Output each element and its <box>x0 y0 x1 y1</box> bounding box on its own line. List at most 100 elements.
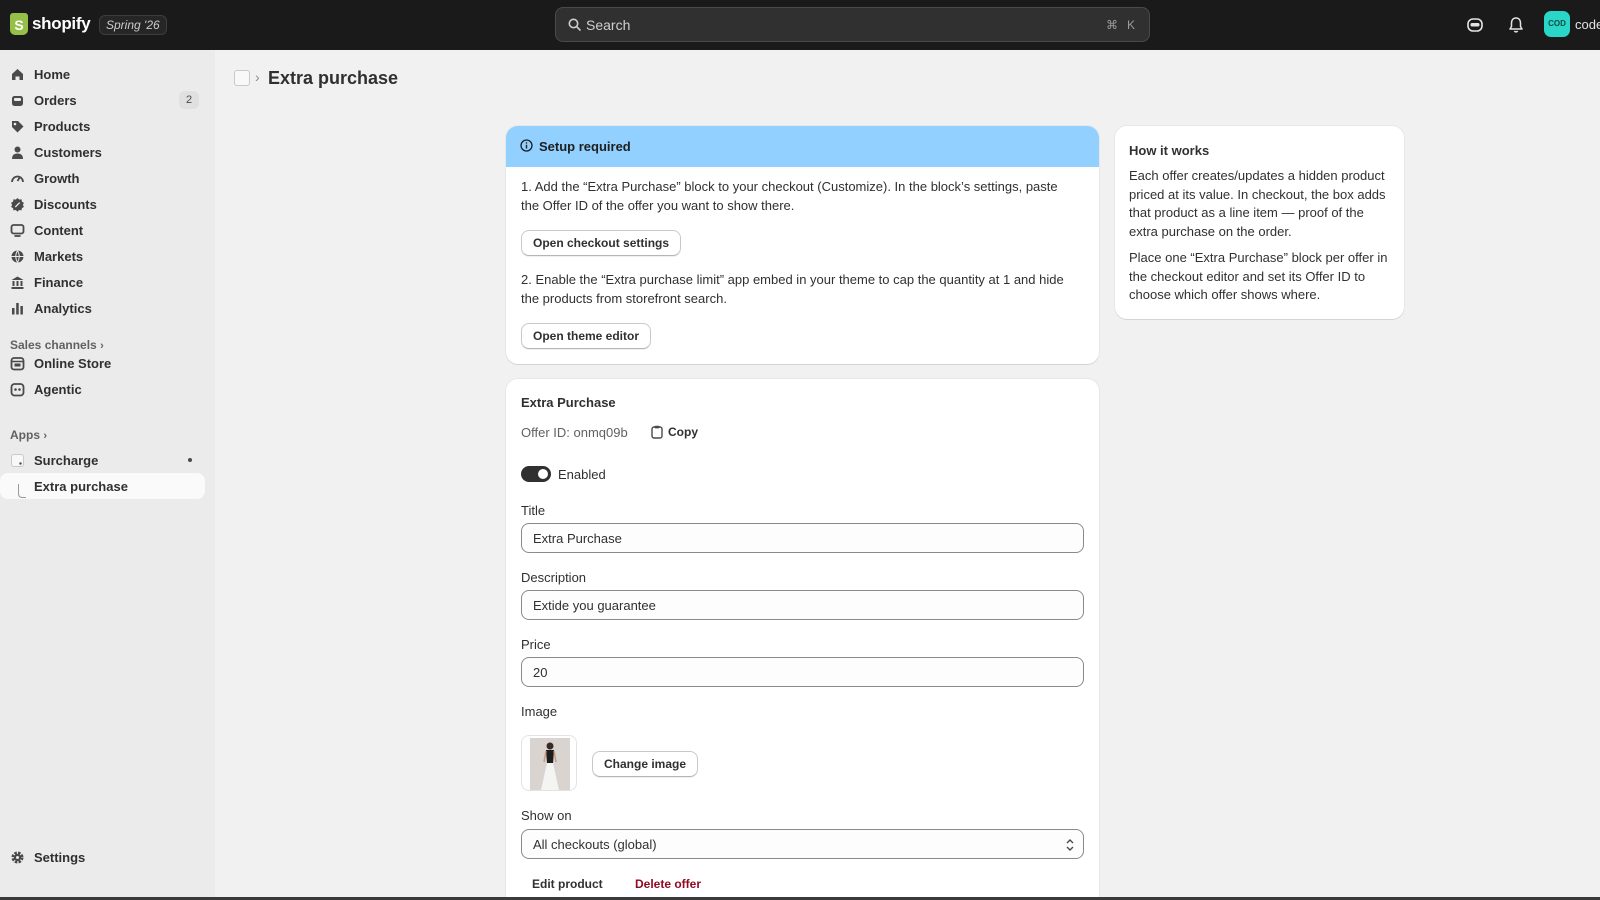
gauge-icon <box>11 175 24 183</box>
show-on-label: Show on <box>521 808 572 823</box>
open-checkout-settings-button[interactable]: Open checkout settings <box>521 230 682 256</box>
sidebar-item-label: Markets <box>34 249 84 264</box>
sidebar-item-online-store[interactable]: Online Store <box>0 350 205 376</box>
sidebar-item-label: Finance <box>34 275 84 290</box>
banner-header: Setup required <box>506 126 1099 167</box>
apps-heading[interactable]: Apps › <box>10 428 47 442</box>
delete-offer-button[interactable]: Delete offer <box>635 877 701 891</box>
sidebar-item-label: Analytics <box>34 301 92 316</box>
app-icon <box>11 454 24 467</box>
title-field[interactable] <box>521 523 1084 553</box>
bell-icon[interactable] <box>1506 15 1526 35</box>
show-on-select[interactable]: All checkouts (global) <box>521 829 1084 859</box>
avatar[interactable]: COD <box>1544 11 1570 37</box>
search-placeholder: Search <box>586 17 631 33</box>
sidebar-item-customers[interactable]: Customers <box>0 139 205 165</box>
setup-step-1: 1. Add the “Extra Purchase” block to you… <box>521 179 1058 213</box>
chevron-right-icon: › <box>43 430 48 442</box>
sidebar-item-label: Discounts <box>34 197 97 212</box>
home-icon <box>12 69 23 80</box>
sidebar-item-agentic[interactable]: Agentic <box>0 376 205 402</box>
banner-title: Setup required <box>539 139 631 154</box>
product-image-thumbnail[interactable] <box>521 735 577 791</box>
agent-icon <box>10 383 25 397</box>
sidebar-item-growth[interactable]: Growth <box>0 165 205 191</box>
sidebar-item-finance[interactable]: Finance <box>0 269 205 295</box>
how-it-works-paragraph-2: Place one “Extra Purchase” block per off… <box>1129 250 1388 302</box>
sidebar-item-label: Agentic <box>34 382 82 397</box>
shopify-bag-icon: S <box>10 13 28 35</box>
sidebar-item-surcharge[interactable]: Surcharge <box>0 447 205 473</box>
enabled-toggle[interactable] <box>521 466 551 482</box>
sidebar-item-orders[interactable]: Orders 2 <box>0 87 205 113</box>
shortcut-k-key: K <box>1126 18 1135 32</box>
orders-icon <box>12 96 23 106</box>
price-field[interactable] <box>521 657 1084 687</box>
image-label: Image <box>521 704 558 719</box>
copy-button[interactable]: Copy <box>651 425 698 439</box>
how-it-works-title: How it works <box>1129 143 1210 158</box>
enabled-label: Enabled <box>558 467 606 482</box>
tree-connector <box>18 484 26 498</box>
toggle-knob <box>538 469 548 479</box>
sidebar-item-markets[interactable]: Markets <box>0 243 205 269</box>
info-icon <box>520 139 533 152</box>
offer-heading: Extra Purchase <box>521 395 616 410</box>
sidebar-item-label: Surcharge <box>34 453 99 468</box>
store-name[interactable]: code <box>1575 17 1600 32</box>
open-theme-editor-button[interactable]: Open theme editor <box>521 323 652 349</box>
copy-label: Copy <box>668 425 698 439</box>
sidebar-item-label: Online Store <box>34 356 112 371</box>
gear-icon <box>11 851 24 864</box>
sidebar-item-analytics[interactable]: Analytics <box>0 295 205 321</box>
apps-label: Apps <box>10 428 40 442</box>
sidebar-item-discounts[interactable]: Discounts <box>0 191 205 217</box>
how-it-works-card: How it works Each offer creates/updates … <box>1115 126 1404 319</box>
sidebar-item-label: Home <box>34 67 71 82</box>
description-field[interactable] <box>521 590 1084 620</box>
top-bar: S shopify Spring '26 Search ⌘ K COD code <box>0 0 1600 50</box>
breadcrumb-chevron-icon: › <box>255 69 260 85</box>
sidebar-item-extra-purchase[interactable]: Extra purchase <box>0 473 205 499</box>
how-it-works-paragraph-1: Each offer creates/updates a hidden prod… <box>1129 168 1386 239</box>
sidebar-item-products[interactable]: Products <box>0 113 205 139</box>
show-on-value: All checkouts (global) <box>533 837 657 852</box>
select-arrows-icon <box>1066 839 1074 851</box>
sidebar-item-label: Settings <box>34 850 86 865</box>
search-bar[interactable]: Search ⌘ K <box>555 7 1150 42</box>
title-label: Title <box>521 503 546 518</box>
bar-chart-icon <box>12 303 23 315</box>
tag-icon <box>12 121 24 133</box>
search-icon <box>568 18 581 31</box>
description-label: Description <box>521 570 587 585</box>
app-icon[interactable] <box>234 70 250 86</box>
setup-step-2: 2. Enable the “Extra purchase limit” app… <box>521 272 1064 306</box>
globe-icon <box>11 250 24 263</box>
brand-name: shopify <box>32 14 91 33</box>
shortcut-cmd-key: ⌘ <box>1106 18 1118 32</box>
sidebar-item-content[interactable]: Content <box>0 217 205 243</box>
sidebar-item-settings[interactable]: Settings <box>0 844 205 870</box>
sidebar-item-home[interactable]: Home <box>0 61 205 87</box>
bank-icon <box>11 276 24 289</box>
sidebar-item-label: Products <box>34 119 91 134</box>
page-title: Extra purchase <box>268 68 399 88</box>
sidebar: Home Orders 2 Products Customers Growth … <box>0 50 215 900</box>
edition-badge: Spring '26 <box>99 15 167 35</box>
sidebar-item-label: Customers <box>34 145 102 160</box>
store-icon <box>10 357 25 371</box>
orders-count-badge: 2 <box>179 91 199 109</box>
product-photo <box>530 738 570 790</box>
sidebar-item-label: Orders <box>34 93 77 108</box>
clipboard-icon <box>651 425 663 439</box>
change-image-button[interactable]: Change image <box>592 751 699 777</box>
shopify-logo[interactable]: S shopify <box>10 13 91 35</box>
pin-dot-icon <box>188 458 192 462</box>
monitor-icon <box>10 224 25 237</box>
price-label: Price <box>521 637 551 652</box>
agent-icon[interactable] <box>1465 15 1485 35</box>
offer-id: Offer ID: onmq09b <box>521 425 628 440</box>
edit-product-button[interactable]: Edit product <box>532 877 603 891</box>
page-header: › Extra purchase <box>215 50 1600 105</box>
sidebar-item-label: Growth <box>34 171 80 186</box>
